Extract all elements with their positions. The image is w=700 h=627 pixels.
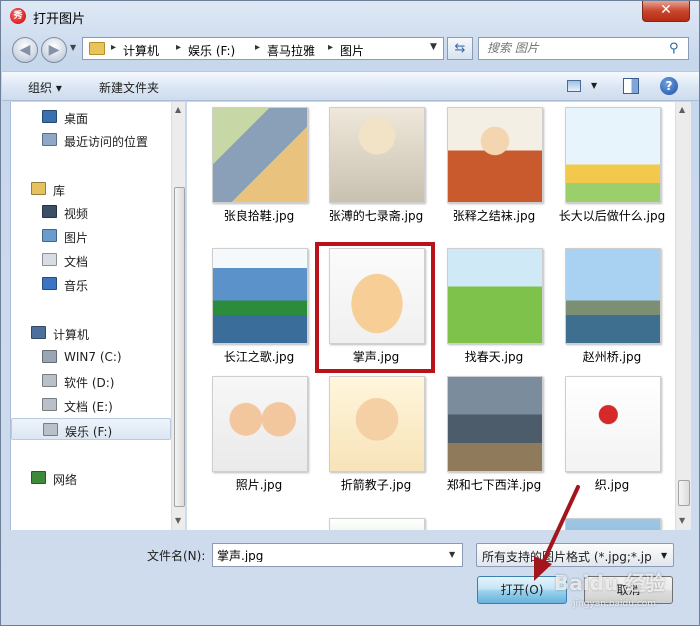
open-picture-dialog: 秀 打开图片 ✕ ◀ ▶ ▼ ▸ 计算机 ▸ 娱乐 (F:) ▸ 喜马拉雅 ▸ … <box>0 0 700 626</box>
watermark-url: jingyan.baidu.com <box>573 599 657 609</box>
watermark: Baidu 经验 <box>554 571 666 595</box>
annotation-arrow-icon <box>534 485 580 581</box>
